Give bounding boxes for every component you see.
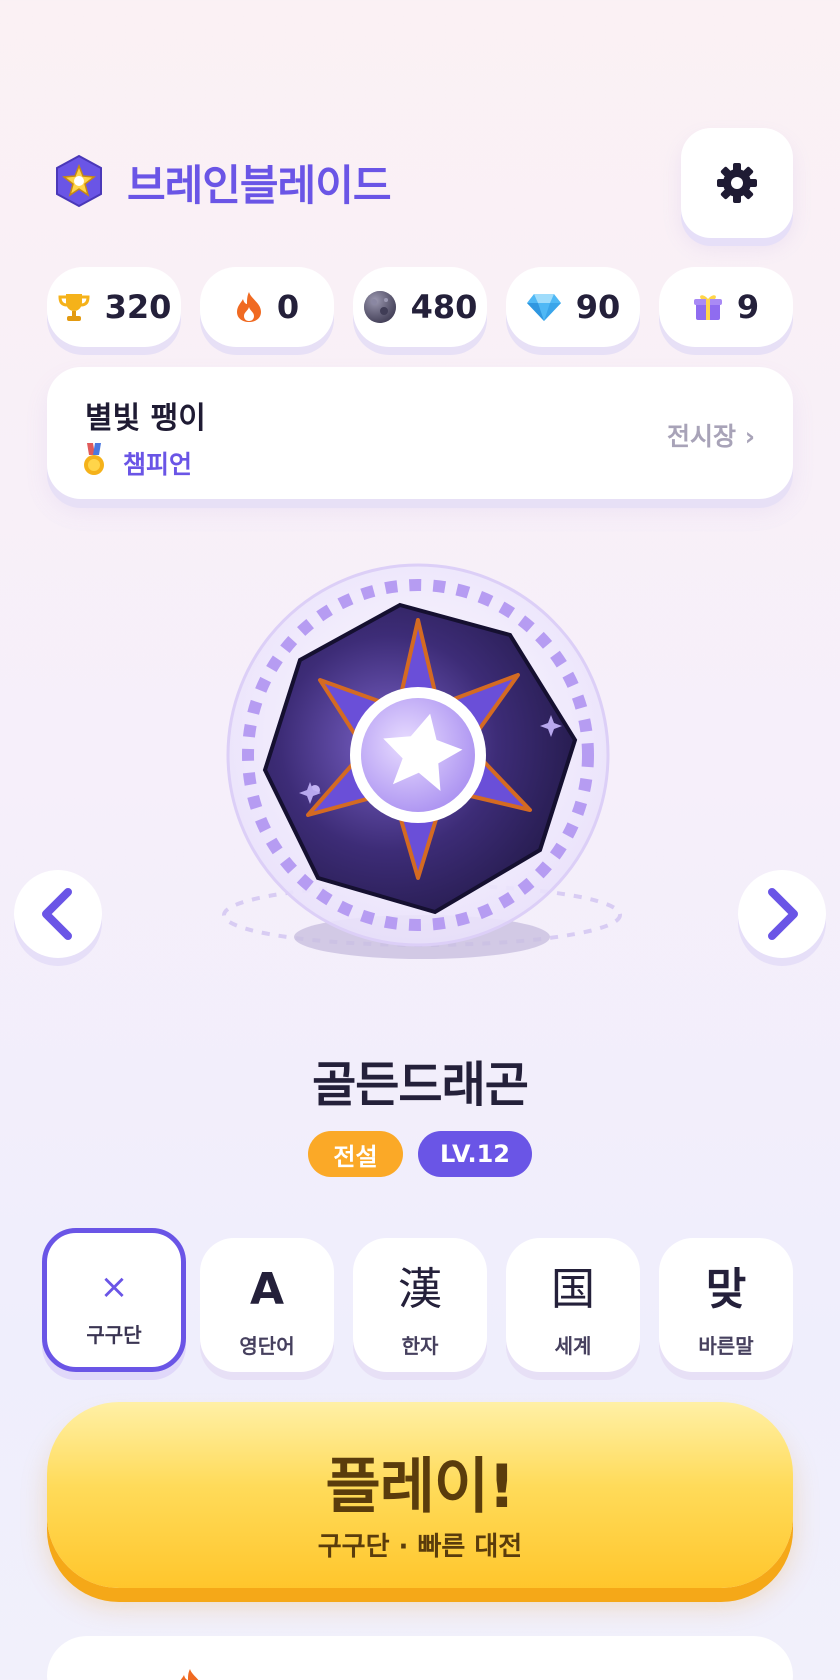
monster-emblem-art bbox=[222, 563, 622, 959]
player-rank: 챔피언 bbox=[123, 450, 193, 479]
spelling-icon: 맞 bbox=[705, 1264, 747, 1315]
player-name: 별빛 팽이 bbox=[85, 401, 206, 436]
stat-gems[interactable]: 90 bbox=[506, 267, 640, 347]
mode-hanja[interactable]: 漢 한자 bbox=[353, 1238, 487, 1372]
level-badge: LV.12 bbox=[418, 1131, 532, 1177]
monster-emblem[interactable] bbox=[210, 560, 630, 980]
monster-name: 골든드래곤 bbox=[312, 1057, 529, 1113]
country-icon: 国 bbox=[551, 1264, 595, 1315]
stat-gifts[interactable]: 9 bbox=[659, 267, 793, 347]
hanja-icon: 漢 bbox=[398, 1264, 442, 1315]
profile-card[interactable]: 별빛 팽이 챔피언 전시장 › bbox=[47, 367, 793, 499]
gem-count: 90 bbox=[575, 288, 621, 326]
prev-monster-button[interactable] bbox=[14, 870, 102, 958]
next-monster-button[interactable] bbox=[738, 870, 826, 958]
gift-icon bbox=[693, 295, 722, 320]
showcase-link[interactable]: 전시장 › bbox=[667, 417, 755, 453]
star-hexagon-icon bbox=[56, 154, 102, 208]
gear-icon bbox=[717, 163, 757, 203]
flame-icon bbox=[236, 292, 261, 322]
gift-count: 9 bbox=[736, 288, 760, 326]
bottom-card[interactable] bbox=[47, 1636, 793, 1680]
diamond-icon bbox=[526, 294, 561, 321]
multiply-icon: × bbox=[99, 1267, 129, 1307]
mode-label: 바른말 bbox=[698, 1334, 754, 1358]
medal-icon bbox=[84, 443, 104, 475]
stat-streak[interactable]: 0 bbox=[200, 267, 334, 347]
moon-count: 480 bbox=[410, 288, 478, 326]
mode-english-words[interactable]: A 영단어 bbox=[200, 1238, 334, 1372]
stats-bar: 320 0 480 90 9 bbox=[47, 267, 793, 347]
mode-selector: × 구구단 A 영단어 漢 한자 国 세계 맞 바른말 bbox=[42, 1228, 794, 1372]
chevron-right-icon bbox=[768, 888, 798, 940]
mode-multiplication[interactable]: × 구구단 bbox=[42, 1228, 186, 1372]
play-button[interactable]: 플레이! 구구단 · 빠른 대전 bbox=[47, 1402, 793, 1588]
mode-label: 한자 bbox=[401, 1334, 439, 1358]
play-subtitle: 구구단 · 빠른 대전 bbox=[317, 1532, 523, 1562]
mode-label: 영단어 bbox=[239, 1334, 295, 1358]
play-title: 플레이! bbox=[325, 1452, 516, 1522]
mode-spelling[interactable]: 맞 바른말 bbox=[659, 1238, 793, 1372]
mode-label: 구구단 bbox=[86, 1323, 142, 1347]
app-title: 브레인블레이드 bbox=[127, 161, 391, 210]
mode-label: 세계 bbox=[554, 1334, 592, 1358]
settings-button[interactable] bbox=[681, 128, 793, 238]
letter-a-icon: A bbox=[249, 1264, 285, 1315]
flame-icon bbox=[180, 1669, 199, 1680]
trophy-icon bbox=[58, 294, 90, 321]
mode-world[interactable]: 国 세계 bbox=[506, 1238, 640, 1372]
stat-moons[interactable]: 480 bbox=[353, 267, 487, 347]
header: 브레인블레이드 bbox=[47, 128, 793, 240]
chevron-left-icon bbox=[42, 888, 72, 940]
moon-icon bbox=[363, 291, 396, 323]
trophy-count: 320 bbox=[104, 288, 172, 326]
stat-trophies[interactable]: 320 bbox=[47, 267, 181, 347]
streak-count: 0 bbox=[276, 288, 300, 326]
rarity-badge: 전설 bbox=[308, 1131, 403, 1177]
